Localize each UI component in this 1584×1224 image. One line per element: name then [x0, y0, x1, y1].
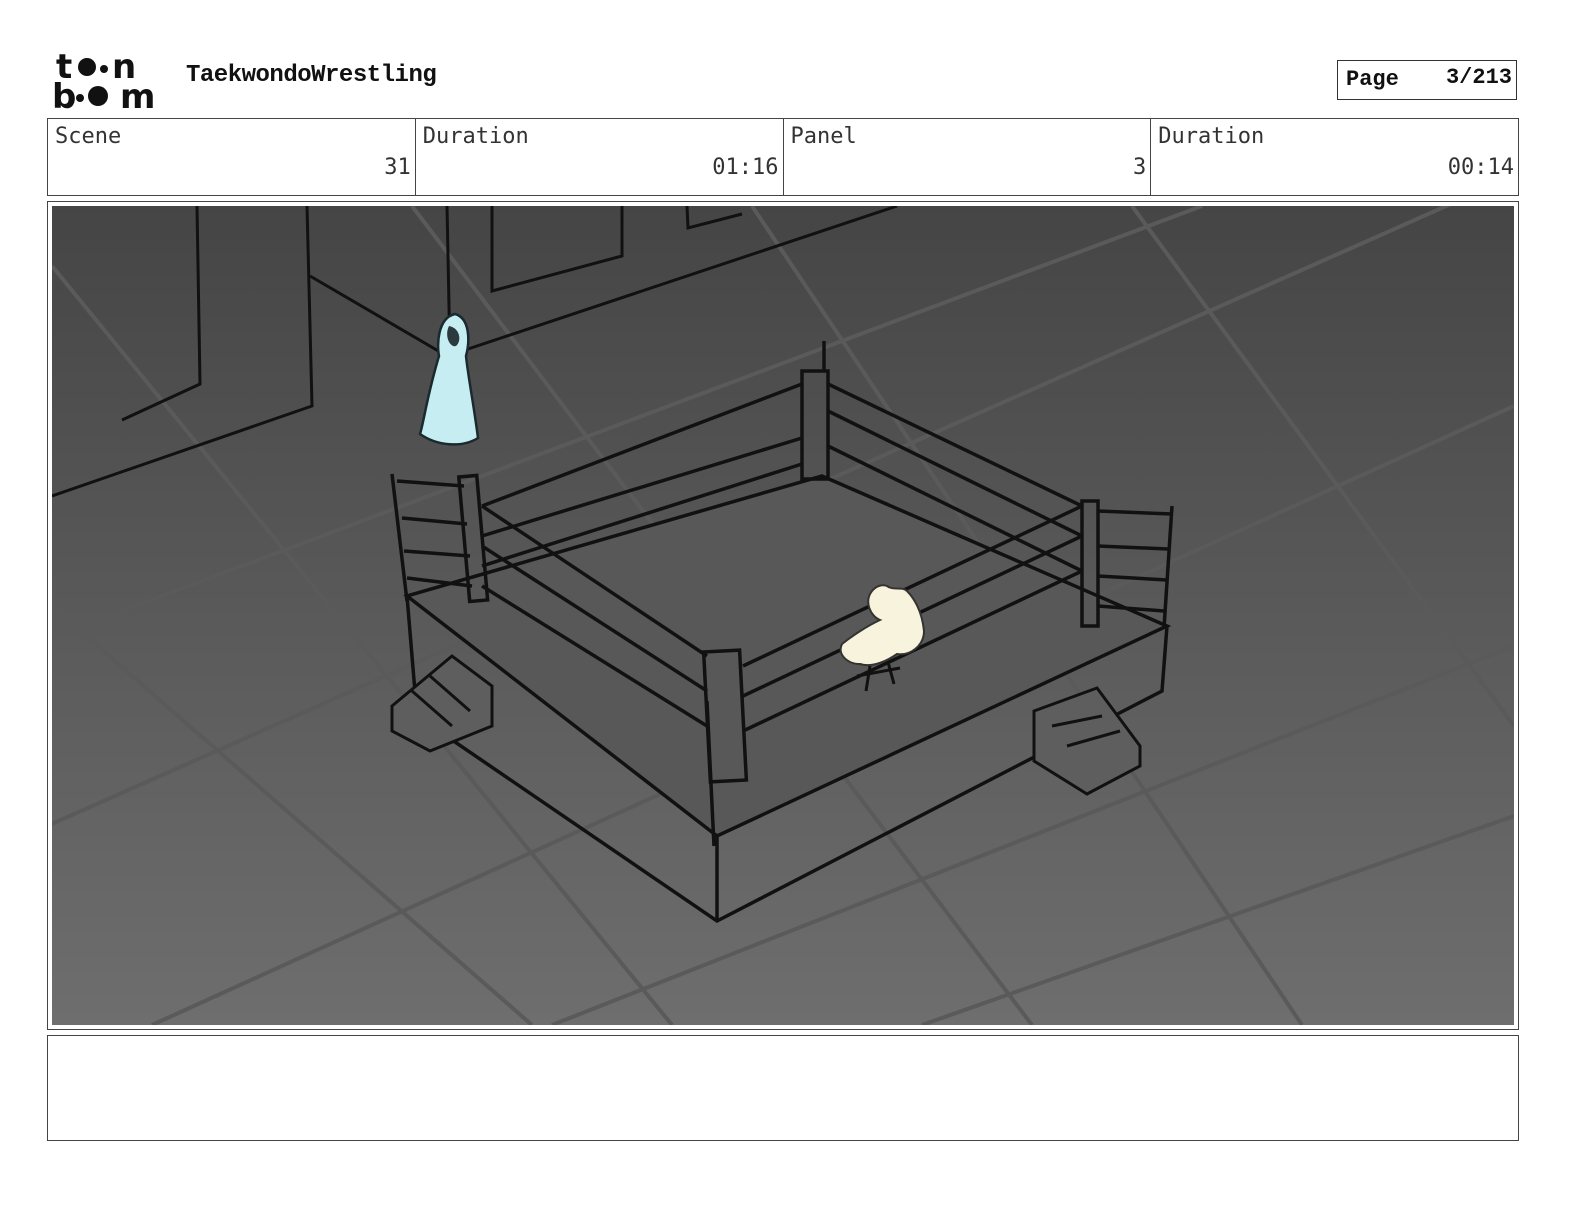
panel-label: Panel — [790, 124, 857, 149]
storyboard-panel-image — [52, 206, 1514, 1025]
panel-cell: Panel 3 — [784, 119, 1152, 195]
panel-duration-label: Duration — [1158, 124, 1265, 149]
scene-cell: Scene 31 — [48, 119, 416, 195]
page-indicator: Page 3/213 — [1337, 60, 1517, 100]
toon-boom-logo: t n b m — [52, 50, 155, 112]
scene-duration-value: 01:16 — [712, 155, 779, 180]
svg-text:m: m — [120, 77, 155, 112]
scene-label: Scene — [55, 124, 122, 149]
project-title: TaekwondoWrestling — [186, 62, 437, 89]
panel-info-table: Scene 31 Duration 01:16 Panel 3 Duration… — [47, 118, 1519, 196]
panel-duration-cell: Duration 00:14 — [1151, 119, 1518, 195]
scene-duration-cell: Duration 01:16 — [416, 119, 784, 195]
page-label: Page — [1346, 67, 1399, 92]
panel-notes-box — [47, 1035, 1519, 1141]
scene-duration-label: Duration — [422, 124, 529, 149]
page-number: 3/213 — [1445, 65, 1512, 90]
panel-duration-value: 00:14 — [1447, 155, 1514, 180]
scene-value: 31 — [384, 155, 411, 180]
panel-value: 3 — [1133, 155, 1147, 180]
svg-text:b: b — [52, 77, 76, 112]
